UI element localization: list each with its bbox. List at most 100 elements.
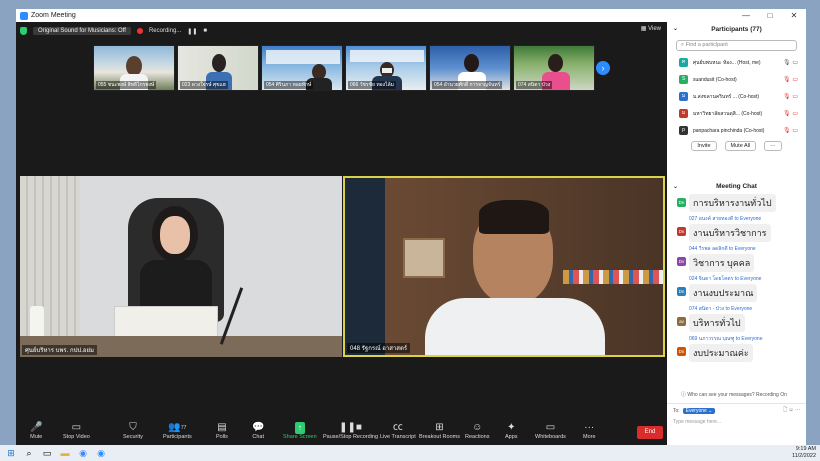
meeting-toolbar: 🎤 Mute ▭ Stop Video ⛉ Security 👥77 Participa… [16,419,667,445]
avatar: Dn [677,287,686,296]
end-meeting-button[interactable]: End [637,426,663,439]
video-thumb[interactable]: 074 สนิตา ป่วง [513,45,595,91]
chevron-down-icon[interactable]: ⌄ [673,180,678,194]
zoom-window: Zoom Meeting — □ ✕ Original Sound for Mu… [16,9,806,445]
apps-button[interactable]: ✦ Apps [505,422,518,440]
security-button[interactable]: ⛉ Security [123,422,143,440]
video-tile-left[interactable]: ศุนย์บริหาร บพร. กปป.อย่ม [20,176,342,357]
participant-row[interactable]: ศศุนย์บพบหนะ ห้อง... (Host, me) 🎙 ▭ [667,54,806,71]
more-icon: ··· [584,422,595,433]
polls-icon: ▤ [217,422,227,433]
chat-message: 024 จิ่นดา โดยโคตร to Everyone Dn งานงบประ… [667,275,806,302]
maximize-icon[interactable]: □ [758,9,782,22]
muted-icon: 🎙 ▭ [783,128,798,134]
chat-header: ⌄ Meeting Chat [667,180,806,194]
avatar: ม [679,92,688,101]
chat-footer: ⓘ Who can see your messages? Recording O… [667,390,806,427]
mic-video-icon: 🎙 ▭ [783,60,798,66]
recipient-select[interactable]: Everyone ⌄ [682,407,716,414]
pause-recording-icon[interactable]: ❚❚ [187,28,197,35]
avatar: S [679,75,688,84]
video-tile-right[interactable]: 048 รัฐกรณ์ อาสาสตร์ [343,176,665,357]
avatar: ศ [679,58,688,67]
avatar: Dn [677,347,686,356]
file-explorer-icon[interactable]: ▬ [58,447,72,459]
participant-row[interactable]: มมหาวิทยาลัยสวนดุสิ... (Co-host) 🎙 ▭ [667,105,806,122]
participant-row[interactable]: มม.สงขลานครินทร์ ... (Co-host) 🎙 ▭ [667,88,806,105]
video-stage: Original Sound for Musicians: Off Record… [16,22,667,419]
chrome-icon[interactable]: ◉ [76,447,90,459]
task-view-icon[interactable]: ▭ [40,447,54,459]
microphone-icon: 🎤 [30,422,43,433]
muted-icon: 🎙 ▭ [783,94,798,100]
more-button[interactable]: ··· More [583,422,596,440]
video-thumb[interactable]: 054 อำนวยศักดิ์ การจาญจันทร์ [429,45,511,91]
whiteboard-icon: ▭ [545,422,556,433]
windows-start-icon[interactable]: ⊞ [4,447,18,459]
participant-search-input[interactable]: ⌕ Find a participant [676,40,797,51]
recording-controls-icon: ❚❚■ [339,422,362,433]
breakout-rooms-icon: ⊞ [435,422,444,433]
thumbnail-strip: 055 ชนะพงษ์ สิทธิไกรพงษ์ 023 ดวงใจรษ์ ศุ… [93,45,595,91]
chat-icon: 💬 [252,422,265,433]
invite-button[interactable]: Invite [691,141,717,151]
title-bar: Zoom Meeting — □ ✕ [16,9,806,22]
reactions-button[interactable]: ☺ Reactions [465,422,489,440]
pause-stop-recording-button[interactable]: ❚❚■ Pause/Stop Recording [323,422,378,440]
chat-message: 069 นภาวรรณ บุณฑู to Everyone Dn งบประมาณค… [667,335,806,362]
search-icon[interactable]: ⌕ [22,447,36,459]
participant-row[interactable]: Ssuandusit (Co-host) 🎙 ▭ [667,71,806,88]
live-transcript-button[interactable]: ㏄ Live Transcript [380,422,416,440]
polls-button[interactable]: ▤ Polls [216,422,228,440]
mute-button[interactable]: 🎤 Mute [30,422,42,440]
people-icon: 👥77 [168,422,187,433]
video-thumb[interactable]: 054 ศิรินภา หอยทักษ์ [261,45,343,91]
security-shield-icon [20,27,27,35]
muted-icon: 🎙 ▭ [783,111,798,117]
participant-list: ศศุนย์บพบหนะ ห้อง... (Host, me) 🎙 ▭ Ssuan… [667,54,806,139]
share-screen-icon: ↑ [294,422,305,434]
chat-message: Dn การบริหารงานทั่วไป [667,194,806,212]
shield-icon: ⛉ [129,422,137,433]
cc-icon: ㏄ [392,422,403,433]
share-screen-button[interactable]: ↑ Share Screen [283,422,317,440]
system-clock[interactable]: 9:19 AM 11/2/2022 [792,446,816,460]
chat-message: 074 สนิตา - ป่วง to Everyone av บริหารทั่ว… [667,305,806,332]
chat-message: 044 วีรพล ลดลิกดี to Everyone Dv วิชาการ บ… [667,245,806,272]
mute-all-button[interactable]: Mute All [724,141,757,151]
avatar: av [677,317,686,326]
meeting-chat: ⌄ Meeting Chat Dn การบริหารงานทั่วไป 027 … [667,180,806,365]
video-thumb[interactable]: 066 วัชรชัย ทองไล้ม [345,45,427,91]
file-emoji-icon[interactable]: 🗋 ☺ ··· [783,407,800,415]
minimize-icon[interactable]: — [734,9,758,22]
participant-row[interactable]: p panpachara pinchinda (Co-host) 🎙 ▭ [667,122,806,139]
more-options-button[interactable]: ··· [764,141,782,151]
side-panel: ⌄ Participants (77) ⌕ Find a participant… [667,22,806,445]
avatar: p [679,126,688,135]
muted-icon: 🎙 ▭ [783,77,798,83]
original-sound-toggle[interactable]: Original Sound for Musicians: Off [33,27,131,35]
breakout-rooms-button[interactable]: ⊞ Breakout Rooms [419,422,460,440]
avatar: Dv [677,257,686,266]
participants-button[interactable]: 👥77 Participants [163,422,192,440]
avatar: Dn [677,227,686,236]
stop-recording-icon[interactable]: ■ [203,28,207,34]
next-page-icon[interactable]: › [596,61,610,75]
chevron-down-icon[interactable]: ⌄ [673,22,678,37]
participants-header: ⌄ Participants (77) [667,22,806,37]
view-button[interactable]: ▦ View [641,25,661,32]
apps-icon: ✦ [507,422,516,433]
video-thumb[interactable]: 055 ชนะพงษ์ สิทธิไกรพงษ์ [93,45,175,91]
recording-status: Recording... [148,28,182,34]
close-icon[interactable]: ✕ [782,9,806,22]
whiteboards-button[interactable]: ▭ Whiteboards [535,422,566,440]
zoom-logo-icon [20,11,28,20]
chat-message-input[interactable]: Type message here... [667,417,806,427]
stop-video-button[interactable]: ▭ Stop Video [63,422,90,440]
avatar: Dn [677,198,686,207]
zoom-taskbar-icon[interactable]: ◉ [94,447,108,459]
chat-button[interactable]: 💬 Chat [252,422,264,440]
video-thumb[interactable]: 023 ดวงใจรษ์ ศุขแฮ [177,45,259,91]
chat-message: 027 อนงค์ สายทองดี to Everyone Dn งานบริหา… [667,215,806,242]
taskbar: ⊞ ⌕ ▭ ▬ ◉ ◉ 9:19 AM 11/2/2022 [0,445,820,461]
